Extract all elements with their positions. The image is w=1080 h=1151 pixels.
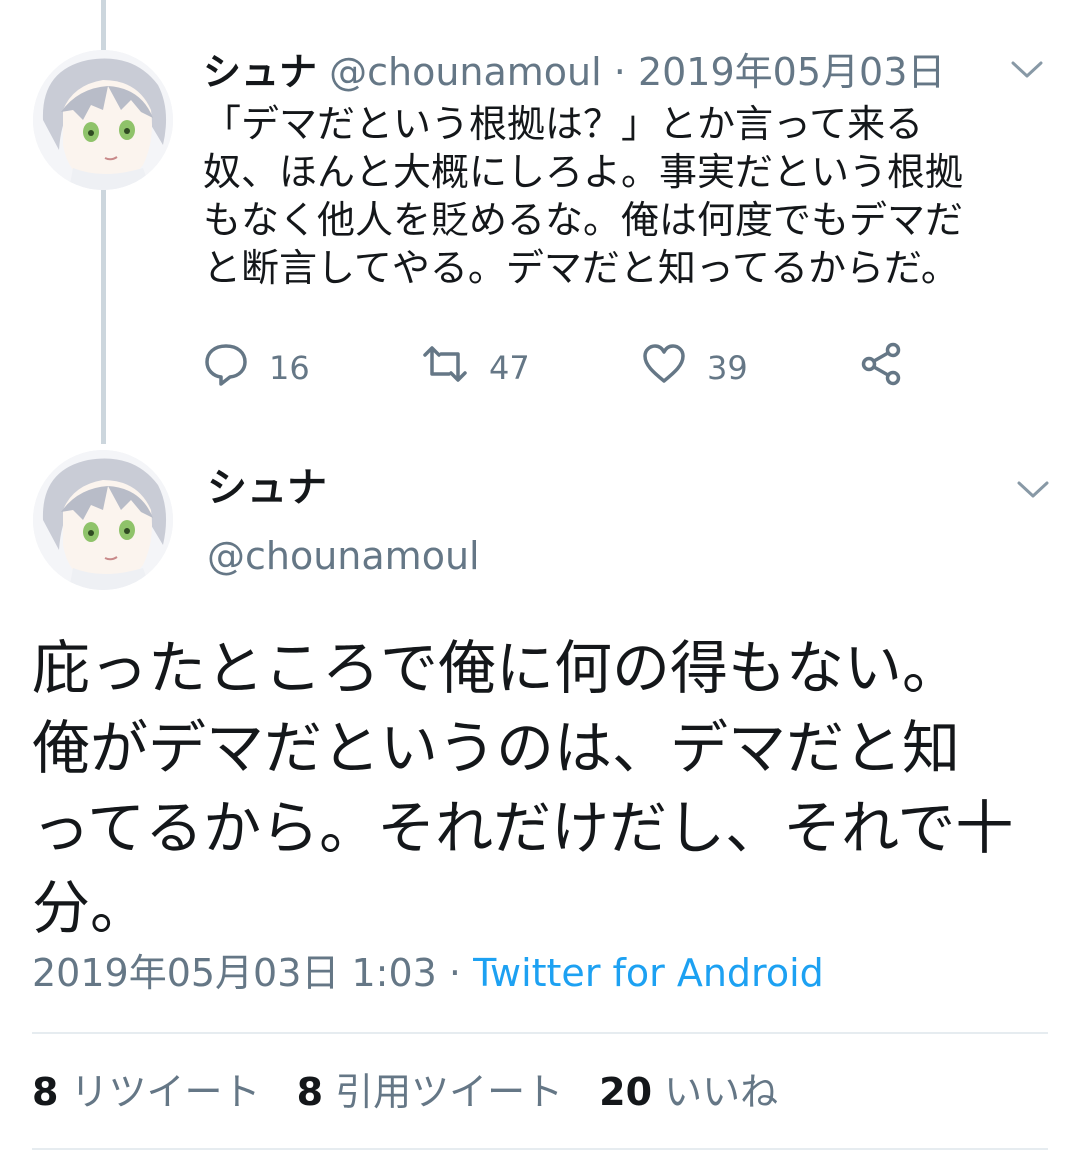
share-icon xyxy=(859,341,925,395)
action-bar: 16 47 39 xyxy=(203,340,923,396)
source-link[interactable]: Twitter for Android xyxy=(473,951,824,995)
avatar[interactable] xyxy=(33,450,173,590)
chevron-down-icon[interactable] xyxy=(1010,58,1044,82)
like-count: 39 xyxy=(707,349,748,387)
tweet-text: 庇ったところで俺に何の得もない。 俺がデマだというのは、デマだと知 ってるから。… xyxy=(32,634,1014,942)
tweet-date[interactable]: 2019年05月03日 xyxy=(638,50,945,94)
quote-count: 8 xyxy=(296,1070,324,1114)
divider xyxy=(32,1148,1048,1150)
retweets-stat[interactable]: 8 リツイート xyxy=(32,1070,261,1114)
thread-line xyxy=(101,186,106,444)
reply-button[interactable]: 16 xyxy=(203,340,310,396)
display-name[interactable]: シュナ xyxy=(207,462,327,514)
tweet-timestamp-row: 2019年05月03日 1:03 · Twitter for Android xyxy=(32,945,824,1001)
heart-icon xyxy=(641,341,707,395)
retweet-count: 8 xyxy=(32,1070,59,1114)
quote-label: 引用ツイート xyxy=(335,1070,564,1114)
divider xyxy=(32,1032,1048,1034)
engagement-stats: 8 リツイート 8 引用ツイート 20 いいね xyxy=(32,1064,814,1120)
parent-tweet-header: シュナ @chounamoul · 2019年05月03日 xyxy=(203,48,945,96)
reply-count: 16 xyxy=(269,349,310,387)
avatar[interactable] xyxy=(33,50,173,190)
like-count: 20 xyxy=(599,1070,653,1114)
retweet-button[interactable]: 47 xyxy=(421,340,530,396)
thread-line-top xyxy=(101,0,106,50)
share-button[interactable] xyxy=(859,340,925,396)
retweet-count: 47 xyxy=(489,349,530,387)
display-name[interactable]: シュナ xyxy=(203,50,317,94)
likes-stat[interactable]: 20 いいね xyxy=(599,1070,778,1114)
like-label: いいね xyxy=(664,1070,779,1114)
reply-icon xyxy=(203,341,269,395)
separator: · xyxy=(436,951,474,995)
quotes-stat[interactable]: 8 引用ツイート xyxy=(297,1070,564,1114)
tweet-timestamp[interactable]: 2019年05月03日 1:03 xyxy=(32,951,437,995)
retweet-label: リツイート xyxy=(70,1070,261,1114)
like-button[interactable]: 39 xyxy=(641,340,748,396)
retweet-icon xyxy=(421,341,489,395)
chevron-down-icon[interactable] xyxy=(1016,478,1050,502)
handle[interactable]: @chounamoul xyxy=(329,50,602,94)
parent-tweet-text: 「デマだという根拠は？」とか言って来る 奴、ほんと大概にしろよ。事実だという根拠… xyxy=(203,102,964,290)
handle[interactable]: @chounamoul xyxy=(207,530,480,582)
separator: · xyxy=(601,50,638,94)
